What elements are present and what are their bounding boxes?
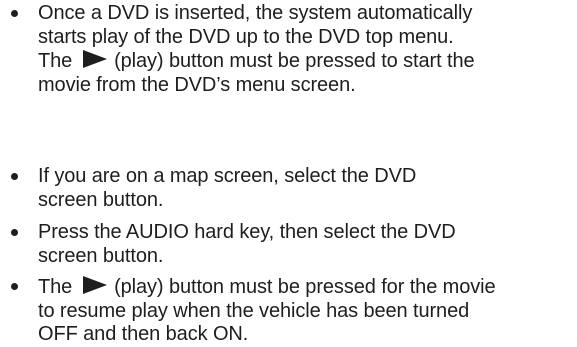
text-line: If you are on a map screen, select the D… xyxy=(38,165,417,187)
text-line: The (play) button must be pressed for th… xyxy=(38,275,577,300)
text-line: The (play) button must be pressed to sta… xyxy=(38,49,577,74)
play-icon xyxy=(82,49,108,69)
bullet-icon xyxy=(11,283,18,290)
text-line: movie from the DVD’s menu screen. xyxy=(38,73,356,96)
text-line: screen button. xyxy=(38,244,164,267)
text-line: OFF and then back ON. xyxy=(38,323,249,345)
text-line: to resume play when the vehicle has been… xyxy=(38,299,470,322)
bullet-text: If you are on a map screen, select the D… xyxy=(38,165,577,212)
bullet-text: The (play) button must be pressed for th… xyxy=(38,275,577,347)
bullet-icon xyxy=(11,173,18,180)
bullet-icon xyxy=(11,10,18,17)
bullet-icon xyxy=(11,229,18,236)
instruction-document: Once a DVD is inserted, the system autom… xyxy=(0,0,577,346)
text-line: Once a DVD is inserted, the system autom… xyxy=(38,2,473,24)
text-fragment: (play) button must be pressed to start t… xyxy=(108,50,475,72)
text-line: Press the AUDIO hard key, then select th… xyxy=(38,221,456,243)
text-line: screen button. xyxy=(38,188,164,211)
bullet-text: Press the AUDIO hard key, then select th… xyxy=(38,221,577,268)
bullet-text: Once a DVD is inserted, the system autom… xyxy=(38,2,577,97)
text-fragment: The xyxy=(38,276,78,298)
text-fragment: The xyxy=(38,50,78,72)
text-fragment: (play) button must be pressed for the mo… xyxy=(108,276,496,298)
play-icon xyxy=(82,275,108,295)
text-line: starts play of the DVD up to the DVD top… xyxy=(38,25,454,48)
